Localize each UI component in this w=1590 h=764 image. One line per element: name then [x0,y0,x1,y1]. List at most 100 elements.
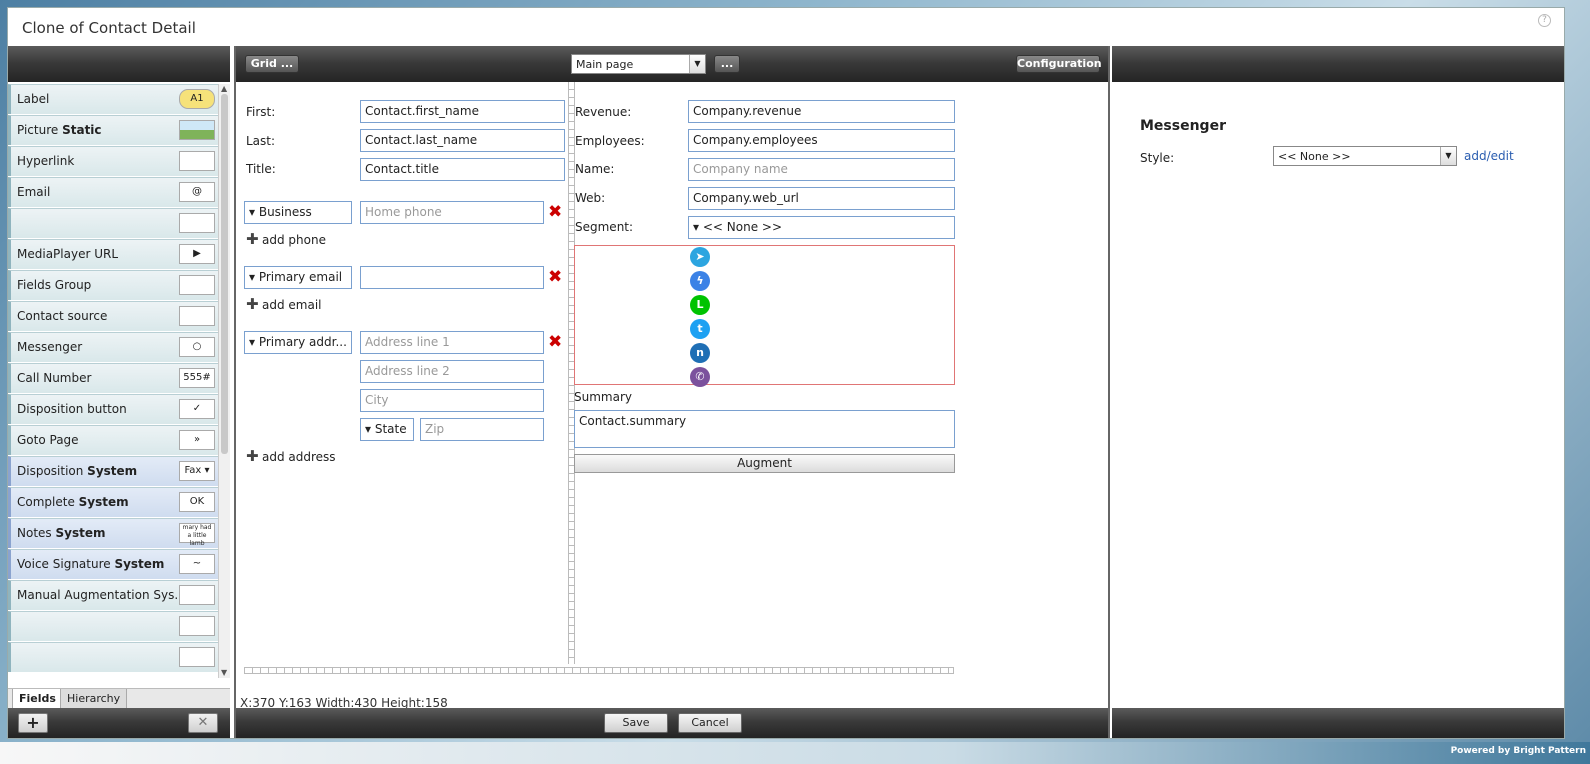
palette-item[interactable]: Picture Static [8,115,218,145]
title-bar: Clone of Contact Detail ? [8,8,1564,46]
delete-field-button[interactable]: ✕ [188,713,218,733]
address-type-dropdown[interactable]: ▾ Primary addr... [244,331,352,354]
palette-item[interactable]: Fields Group [8,270,218,300]
phone-type-dropdown[interactable]: ▾ Business [244,201,352,224]
first-label: First: [246,105,276,119]
city-field[interactable]: City [360,389,544,412]
palette-item[interactable] [8,208,218,238]
chevron-down-icon: ▼ [1440,147,1456,165]
palette-item[interactable] [8,611,218,641]
palette-item-text: MediaPlayer URL [17,247,119,261]
style-select-value: << None >> [1278,150,1351,163]
remove-address-icon[interactable]: ✖ [548,334,562,351]
palette-item-label: Email [17,185,50,199]
palette-item-text: Notes [17,526,56,540]
palette-item-text: Disposition [17,464,88,478]
web-field[interactable]: Company.web_url [688,187,955,210]
messenger-widget[interactable]: ➤ ϟ Lt n ✆ [574,245,955,387]
properties-heading: Messenger [1140,118,1226,134]
tab-hierarchy[interactable]: Hierarchy [60,689,128,709]
phone-type-value: Business [258,205,312,219]
palette-item[interactable]: Voice Signature System ~ [8,549,218,579]
palette-item[interactable]: Hyperlink [8,146,218,176]
palette-item[interactable]: Email @ [8,177,218,207]
company-name-field[interactable]: Company name [688,158,955,181]
phone-field[interactable]: Home phone [360,201,544,224]
address-type-value: Primary addr... [258,335,347,349]
grid-button[interactable]: Grid ... [245,55,299,73]
palette-item[interactable]: Messenger ○ [8,332,218,362]
palette-item-icon [179,213,215,233]
palette-item-label: Disposition button [17,402,127,416]
add-email-link[interactable]: ✚ add email [246,295,322,313]
remove-email-icon[interactable]: ✖ [548,269,562,286]
augment-button[interactable]: Augment [574,454,955,473]
palette-item[interactable]: Goto Page » [8,425,218,455]
name-label: Name: [575,162,615,176]
palette-item-text: Fields Group [17,278,92,292]
save-button[interactable]: Save [604,713,668,733]
palette-item[interactable]: Complete System OK [8,487,218,517]
horizontal-ruler[interactable] [244,667,954,674]
tab-fields[interactable]: Fields [12,689,63,709]
page-select-value: Main page [576,58,634,71]
palette-item[interactable]: Disposition button ✓ [8,394,218,424]
address-line2-field[interactable]: Address line 2 [360,360,544,383]
palette-item-label: Goto Page [17,433,79,447]
add-phone-link[interactable]: ✚ add phone [246,230,326,248]
employees-field[interactable]: Company.employees [688,129,955,152]
last-name-field[interactable]: Contact.last_name [360,129,565,152]
remove-phone-icon[interactable]: ✖ [548,204,562,221]
title-field[interactable]: Contact.title [360,158,565,181]
plus-icon: ✚ [246,295,259,313]
first-name-field[interactable]: Contact.first_name [360,100,565,123]
page-select[interactable]: Main page ▼ [571,54,706,74]
style-select[interactable]: << None >> ▼ [1273,146,1457,166]
properties-header [1112,46,1564,82]
powered-by-text: Powered by Bright Pattern [1450,746,1586,756]
question-icon[interactable]: ? [1538,14,1551,27]
segment-dropdown[interactable]: ▾ << None >> [688,216,955,239]
palette-item-icon: A1 [179,89,215,109]
palette-item-label: Fields Group [17,278,91,292]
palette-item[interactable]: Contact source [8,301,218,331]
summary-field[interactable]: Contact.summary [574,410,955,448]
scroll-up-icon[interactable]: ▲ [221,84,227,93]
telegram-icon: ➤ [690,247,710,267]
revenue-field[interactable]: Company.revenue [688,100,955,123]
palette-item[interactable]: Manual Augmentation Sys... [8,580,218,610]
palette-item-icon [179,647,215,667]
palette-item-icon: OK [179,492,215,512]
properties-panel: Messenger Style: << None >> ▼ add/edit [1112,46,1564,738]
palette-item[interactable]: MediaPlayer URL ▶ [8,239,218,269]
page-more-button[interactable]: ... [714,55,740,73]
employees-label: Employees: [575,134,645,148]
email-type-dropdown[interactable]: ▾ Primary email [244,266,352,289]
palette-item[interactable]: Call Number 555# [8,363,218,393]
scroll-down-icon[interactable]: ▼ [221,668,227,677]
configuration-button[interactable]: Configuration [1016,55,1102,73]
address-line1-field[interactable]: Address line 1 [360,331,544,354]
state-dropdown[interactable]: ▾ State [360,418,414,441]
zip-field[interactable]: Zip [420,418,544,441]
palette-item-bold: Static [62,123,102,137]
palette-scrollbar[interactable]: ▲ ▼ [218,84,230,678]
palette-item[interactable] [8,642,218,672]
palette-item[interactable]: Label A1 [8,84,218,114]
plus-icon: ✚ [246,447,259,465]
cancel-button[interactable]: Cancel [678,713,742,733]
segment-label: Segment: [575,220,634,234]
scrollbar-thumb[interactable] [221,94,228,454]
palette-item[interactable]: Notes System mary had a little lamb [8,518,218,548]
email-field[interactable] [360,266,544,289]
palette-item[interactable]: Disposition System Fax ▾ [8,456,218,486]
plus-icon: ✚ [246,230,259,248]
nice-icon: n [690,343,710,363]
palette-item-icon: ▶ [179,244,215,264]
caret-down-icon: ▾ [693,220,703,234]
palette-item-label: Contact source [17,309,107,323]
add-address-link[interactable]: ✚ add address [246,447,336,465]
add-edit-link[interactable]: add/edit [1464,149,1514,163]
field-palette: Label A1 Picture Static Hyperlink Email @ Medi… [8,46,230,738]
add-field-button[interactable]: + [18,713,48,733]
